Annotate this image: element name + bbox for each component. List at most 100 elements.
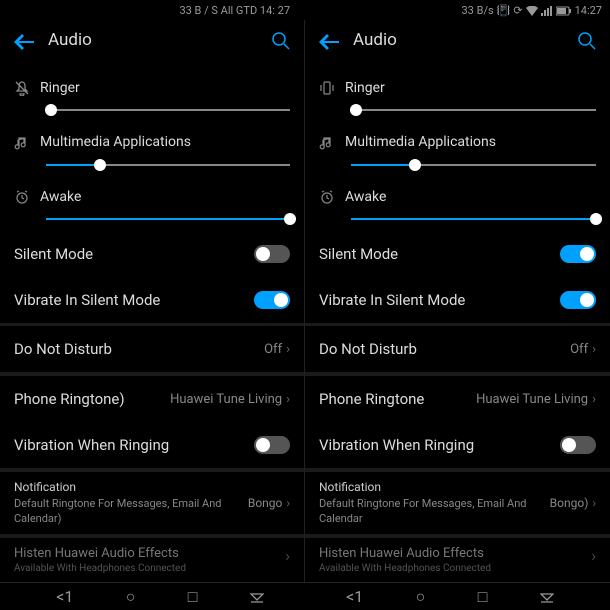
silent-label: Silent Mode [14,245,93,263]
dnd-label: Do Not Disturb [319,340,417,358]
back-button[interactable] [14,28,34,52]
menu-icon[interactable] [540,587,554,606]
nav-bar: <1 ○ □ <1 ○ □ [0,582,610,610]
slider-thumb[interactable] [284,213,296,225]
header-right: Audio [305,20,610,60]
vibrate-label: Vibrate In Silent Mode [14,291,160,309]
vibrate-row: Vibrate In Silent Mode [0,277,304,323]
multimedia-label: Multimedia Applications [345,134,496,150]
chevron-right-icon: › [592,392,596,407]
vwr-toggle[interactable] [254,436,290,454]
vibrate-icon: 📳 [497,4,511,17]
awake-slider[interactable] [351,211,596,227]
home-button[interactable]: ○ [126,587,136,607]
search-icon[interactable] [272,30,290,51]
ringtone-value: Huawei Tune Living [476,392,588,407]
notification-row[interactable]: Notification Default Ringtone For Messag… [305,472,610,535]
status-bar: 33 B / S All GTD 14: 27 33 B/s 📳 ⟳ 14:27 [0,0,610,20]
dnd-label: Do Not Disturb [14,340,112,358]
panel-right: Audio Ringer Multimedia Applica [305,20,610,582]
chevron-right-icon: › [591,546,596,565]
silent-mode-row: Silent Mode [305,231,610,277]
dnd-row[interactable]: Do Not Disturb Off› [305,326,610,372]
ringer-label: Ringer [345,80,385,96]
ringtone-row[interactable]: Phone Ringtone Huawei Tune Living › [305,376,610,422]
status-time: 14:27 [575,4,602,17]
notification-value: Bongo) [550,496,589,510]
ringtone-label: Phone Ringtone) [14,390,125,408]
audio-effects-row[interactable]: Histen Huawei Audio Effects Available Wi… [305,538,610,582]
vibrate-toggle[interactable] [254,291,290,309]
effects-subtitle: Available With Headphones Connected [319,563,591,574]
home-button[interactable]: ○ [416,587,426,607]
wifi-icon [526,4,538,17]
signal-icon [541,4,553,17]
slider-thumb[interactable] [94,159,106,171]
chevron-right-icon: › [286,392,290,407]
slider-thumb[interactable] [409,159,421,171]
notification-value: Bongo [248,496,283,510]
ringtone-row[interactable]: Phone Ringtone) Huawei Tune Living› [0,376,304,422]
recent-apps-button[interactable]: □ [478,587,488,607]
chevron-right-icon: › [286,496,290,510]
search-icon[interactable] [578,30,596,51]
notification-subtitle: Default Ringtone For Messages, Email And… [14,496,248,527]
vibrate-row: Vibrate In Silent Mode [305,277,610,323]
vwr-label: Vibration When Ringing [319,436,474,454]
multimedia-slider[interactable] [351,157,596,173]
effects-title: Histen Huawei Audio Effects [14,546,285,561]
vibration-ringing-row: Vibration When Ringing [0,422,304,468]
music-icon [319,134,335,150]
silent-mode-row: Silent Mode [0,231,304,277]
dnd-row[interactable]: Do Not Disturb Off › [0,326,304,372]
menu-icon[interactable] [250,587,264,606]
vibrate-device-icon [319,80,335,96]
slider-thumb[interactable] [350,104,362,116]
recent-apps-button[interactable]: □ [188,587,198,607]
dnd-value: Off [264,342,282,357]
notification-row[interactable]: Notification Default Ringtone For Messag… [0,472,304,535]
vibrate-label: Vibrate In Silent Mode [319,291,465,309]
silent-toggle[interactable] [560,245,596,263]
dnd-value: Off [570,342,588,357]
ringtone-label: Phone Ringtone [319,390,424,408]
effects-title: Histen Huawei Audio Effects [319,546,591,561]
nav-right-text[interactable]: <1 [346,587,363,606]
notification-title: Notification [319,480,550,494]
status-speed: 33 B/s [462,4,494,17]
alarm-icon [14,189,30,205]
chevron-right-icon: › [286,342,290,357]
battery-icon [556,4,572,17]
effects-subtitle: Available With Headphones Connected [14,563,285,574]
page-title: Audio [48,30,258,50]
header-left: Audio [0,20,304,60]
status-right: 33 B/s 📳 ⟳ 14:27 [462,4,603,17]
ringer-slider[interactable] [46,102,290,118]
vwr-toggle[interactable] [560,436,596,454]
nav-left-text[interactable]: <1 [56,587,73,606]
chevron-right-icon: › [592,496,596,510]
audio-effects-row[interactable]: Histen Huawei Audio Effects Available Wi… [0,538,304,582]
ringer-mute-icon [14,80,30,96]
alarm-icon [319,189,335,205]
page-title: Audio [353,30,564,50]
notification-title: Notification [14,480,248,494]
multimedia-slider[interactable] [46,157,290,173]
ringer-label: Ringer [40,80,80,96]
ringer-slider[interactable] [351,102,596,118]
slider-thumb[interactable] [590,213,602,225]
vibrate-toggle[interactable] [560,291,596,309]
sync-icon: ⟳ [513,4,522,17]
multimedia-label: Multimedia Applications [40,134,191,150]
slider-thumb[interactable] [45,104,57,116]
vibration-ringing-row: Vibration When Ringing [305,422,610,468]
status-left-text: 33 B / S All GTD 14: 27 [8,4,462,17]
silent-toggle[interactable] [254,245,290,263]
chevron-right-icon: › [285,546,290,565]
back-button[interactable] [319,28,339,52]
awake-label: Awake [345,189,386,205]
awake-label: Awake [40,189,81,205]
silent-label: Silent Mode [319,245,398,263]
notification-subtitle: Default Ringtone For Messages, Email And… [319,496,550,527]
awake-slider[interactable] [46,211,290,227]
